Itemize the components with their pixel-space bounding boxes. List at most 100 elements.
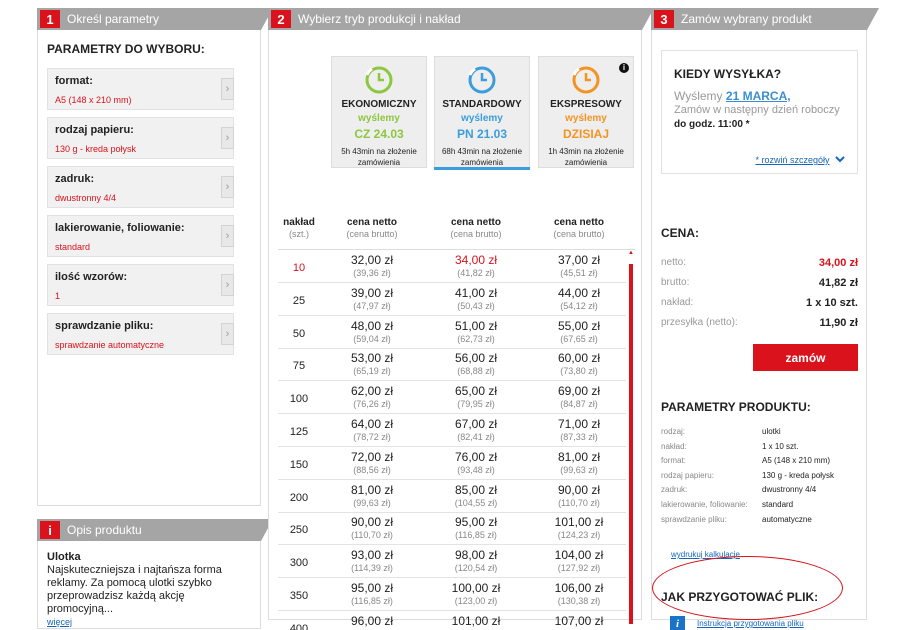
scroll-thumb[interactable] — [629, 264, 633, 624]
price-cell[interactable]: 32,00 zł (39,36 zł) — [322, 253, 422, 278]
gross-price: (59,04 zł) — [353, 333, 391, 344]
mode-card-1[interactable]: STANDARDOWY wyślemy PN 21.03 68h 43min n… — [434, 56, 530, 170]
price-cell[interactable]: 81,00 zł (99,63 zł) — [529, 450, 629, 475]
price-cell[interactable]: 53,00 zł (65,19 zł) — [322, 351, 422, 376]
price-cell[interactable]: 101,00 zł (124,23 zł) — [426, 614, 526, 630]
net-price: 62,00 zł — [350, 384, 394, 399]
qty-cell[interactable]: 50 — [278, 328, 320, 340]
price-cell[interactable]: 98,00 zł (120,54 zł) — [426, 548, 526, 573]
gross-price: (41,82 zł) — [457, 268, 495, 278]
gross-price: (68,88 zł) — [457, 366, 495, 377]
net-price: 93,00 zł — [350, 548, 394, 563]
qty-cell[interactable]: 125 — [278, 426, 320, 438]
price-cell[interactable]: 44,00 zł (54,12 zł) — [529, 286, 629, 311]
param-value: 130 g - kreda połysk — [55, 144, 137, 154]
expand-details-link[interactable]: * rozwiń szczegóły — [755, 155, 845, 165]
qty-cell[interactable]: 100 — [278, 393, 320, 405]
param-item[interactable]: sprawdzanie pliku: sprawdzanie automatyc… — [47, 313, 234, 355]
mode-ship-label: wyślemy — [358, 113, 400, 124]
price-cell[interactable]: 64,00 zł (78,72 zł) — [322, 417, 422, 442]
price-cell[interactable]: 55,00 zł (67,65 zł) — [529, 319, 629, 344]
price-cell[interactable]: 104,00 zł (127,92 zł) — [529, 548, 629, 573]
qty-cell[interactable]: 400 — [278, 623, 320, 630]
price-cell[interactable]: 65,00 zł (79,95 zł) — [426, 384, 526, 409]
mode-selected-bar — [538, 167, 634, 170]
product-name: Ulotka — [47, 551, 81, 563]
info-icon[interactable]: i — [619, 63, 629, 73]
price-cell[interactable]: 95,00 zł (116,85 zł) — [322, 581, 422, 606]
price-cell[interactable]: 56,00 zł (68,88 zł) — [426, 351, 526, 376]
step2-header: 2 Wybierz tryb produkcji i nakład — [268, 8, 654, 30]
product-params: PARAMETRY PRODUKTU: rodzaj: ulotki nakład… — [661, 400, 858, 529]
chevron-right-icon[interactable]: › — [221, 274, 234, 296]
chevron-right-icon[interactable]: › — [221, 78, 234, 100]
table-scrollbar[interactable]: ▲ ▼ — [627, 250, 635, 630]
price-cell[interactable]: 100,00 zł (123,00 zł) — [426, 581, 526, 606]
product-param-label: zadruk: — [661, 485, 688, 495]
price-summary: CENA: netto: 34,00 zł brutto: 41,82 zł nak… — [661, 226, 858, 334]
scroll-up-arrow[interactable]: ▲ — [627, 250, 635, 256]
price-cell[interactable]: 93,00 zł (114,39 zł) — [322, 548, 422, 573]
param-item[interactable]: format: A5 (148 x 210 mm) › — [47, 68, 234, 110]
qty-cell[interactable]: 250 — [278, 524, 320, 536]
price-cell[interactable]: 106,00 zł (130,38 zł) — [529, 581, 629, 606]
net-price: 85,00 zł — [454, 482, 498, 497]
price-cell[interactable]: 48,00 zł (59,04 zł) — [322, 319, 422, 344]
price-cell[interactable]: 96,00 zł (118,08 zł) — [322, 614, 422, 630]
price-cell[interactable]: 69,00 zł (84,87 zł) — [529, 384, 629, 409]
qty-cell[interactable]: 300 — [278, 557, 320, 569]
chevron-right-icon[interactable]: › — [221, 225, 234, 247]
mode-time: 1h 43min na złożenie zamówienia — [548, 147, 624, 167]
net-price: 100,00 zł — [451, 581, 501, 595]
price-cell[interactable]: 81,00 zł (99,63 zł) — [322, 483, 422, 508]
product-param-label: format: — [661, 456, 686, 466]
qty-cell[interactable]: 200 — [278, 492, 320, 504]
price-cell[interactable]: 90,00 zł (110,70 zł) — [529, 483, 629, 508]
price-cell[interactable]: 95,00 zł (116,85 zł) — [426, 515, 526, 540]
price-cell[interactable]: 90,00 zł (110,70 zł) — [322, 515, 422, 540]
param-item[interactable]: lakierowanie, foliowanie: standard › — [47, 215, 234, 257]
qty-cell[interactable]: 350 — [278, 590, 320, 602]
qty-cell[interactable]: 25 — [278, 295, 320, 307]
order-button[interactable]: zamów — [753, 344, 858, 371]
param-item[interactable]: rodzaj papieru: 130 g - kreda połysk › — [47, 117, 234, 159]
qty-cell[interactable]: 150 — [278, 459, 320, 471]
file-prep-link[interactable]: Instrukcja przygotowania pliku — [697, 619, 804, 628]
price-cell[interactable]: 39,00 zł (47,97 zł) — [322, 286, 422, 311]
price-cell[interactable]: 101,00 zł (124,23 zł) — [529, 515, 629, 540]
price-label: brutto: — [661, 277, 690, 288]
step3-title: Zamów wybrany produkt — [681, 12, 812, 26]
price-cell[interactable]: 107,00 zł (131,61 zł) — [529, 614, 629, 630]
qty-cell[interactable]: 75 — [278, 360, 320, 372]
price-cell[interactable]: 62,00 zł (76,26 zł) — [322, 384, 422, 409]
more-link[interactable]: więcej — [47, 617, 72, 627]
product-param-row: sprawdzanie pliku: automatyczne — [661, 515, 858, 530]
chevron-right-icon[interactable]: › — [221, 127, 234, 149]
net-price: 72,00 zł — [350, 449, 394, 464]
highlight-oval — [652, 556, 843, 620]
gross-price: (73,80 zł) — [560, 366, 598, 377]
param-item[interactable]: zadruk: dwustronny 4/4 › — [47, 166, 234, 208]
price-cell[interactable]: 37,00 zł (45,51 zł) — [529, 253, 629, 278]
param-item[interactable]: ilość wzorów: 1 › — [47, 264, 234, 306]
price-cell[interactable]: 72,00 zł (88,56 zł) — [322, 450, 422, 475]
shipping-date-link[interactable]: 21 MARCA, — [726, 89, 791, 103]
chevron-right-icon[interactable]: › — [221, 323, 234, 345]
gross-price: (104,55 zł) — [454, 497, 498, 508]
mode-card-0[interactable]: EKONOMICZNY wyślemy CZ 24.03 5h 43min na… — [331, 56, 427, 168]
price-cell[interactable]: 71,00 zł (87,33 zł) — [529, 417, 629, 442]
price-cell[interactable]: 41,00 zł (50,43 zł) — [426, 286, 526, 311]
price-cell[interactable]: 67,00 zł (82,41 zł) — [426, 417, 526, 442]
mode-card-2[interactable]: EKSPRESOWY wyślemy DZISIAJ 1h 43min na z… — [538, 56, 634, 168]
chevron-right-icon[interactable]: › — [221, 176, 234, 198]
price-cell[interactable]: 76,00 zł (93,48 zł) — [426, 450, 526, 475]
step2-panel: 2 Wybierz tryb produkcji i nakład EKONOM… — [268, 8, 654, 630]
price-cell[interactable]: 51,00 zł (62,73 zł) — [426, 319, 526, 344]
price-cell[interactable]: 60,00 zł (73,80 zł) — [529, 351, 629, 376]
qty-cell[interactable]: 10 — [278, 262, 320, 274]
mode-selected-bar — [331, 167, 427, 170]
price-cell[interactable]: 34,00 zł (41,82 zł) — [426, 253, 526, 278]
product-param-row: format: A5 (148 x 210 mm) — [661, 456, 858, 471]
gross-price: (120,54 zł) — [454, 563, 498, 574]
price-cell[interactable]: 85,00 zł (104,55 zł) — [426, 483, 526, 508]
